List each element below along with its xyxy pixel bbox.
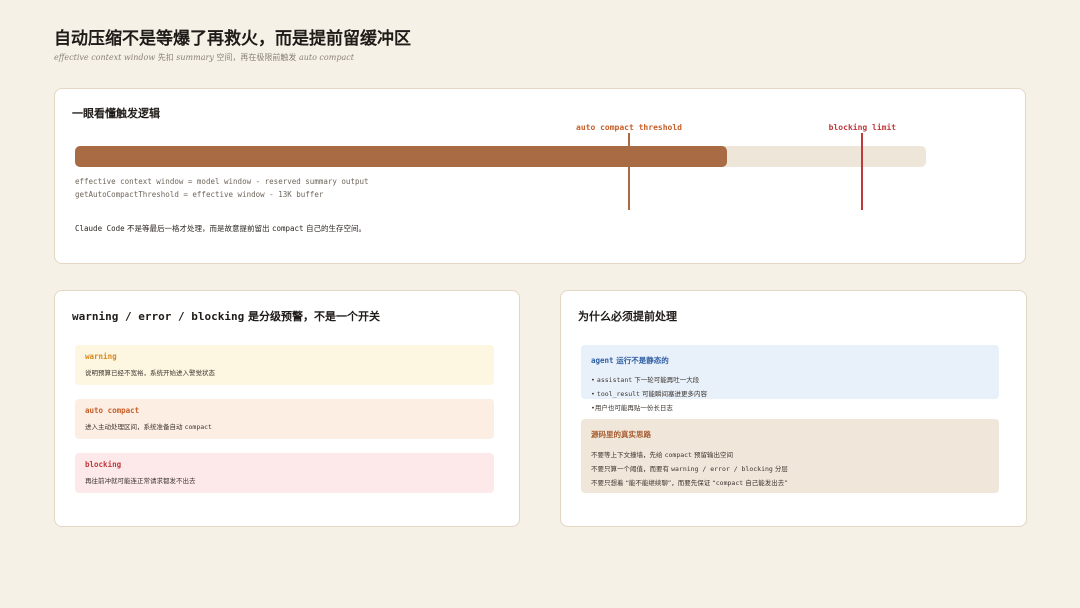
source-code: compact: [715, 479, 744, 487]
source-text: 不要只算一个阈值，而要有: [591, 465, 672, 473]
assistant-code: assistant: [596, 376, 633, 384]
subtitle-term-auto-compact: auto compact: [298, 53, 354, 62]
bullet: •: [591, 376, 595, 384]
user-log-text: 用户也可能再贴一份长日志: [594, 404, 673, 412]
levels-card: warning / error / blocking 是分级预警，不是一个开关 …: [54, 290, 520, 527]
source-text: 自己能发出去”: [743, 479, 788, 487]
context-usage-track: [75, 146, 926, 167]
level-auto-compact-name: auto compact: [85, 406, 140, 415]
source-text: 不要只想着 “能不能继续聊”，而要先保证 “: [591, 479, 716, 487]
levels-heading: warning / error / blocking 是分级预警，不是一个开关: [72, 308, 380, 324]
subtitle-text: 空间，再在极限前触发: [213, 53, 299, 62]
note-code-compact: compact: [271, 224, 304, 233]
why-early-heading: 为什么必须提前处理: [578, 310, 677, 323]
subtitle-term-effective-window: effective context window: [54, 53, 156, 62]
subtitle-term-summary: summary: [176, 53, 214, 62]
note-text: 自己的生存空间。: [303, 224, 366, 233]
source-line-3: 不要只想着 “能不能继续聊”，而要先保证 “compact 自己能发出去”: [591, 477, 989, 487]
level-auto-compact: auto compact 进入主动处理区间，系统准备自动 compact: [75, 399, 494, 439]
agent-runtime-box: agent 运行不是静态的 • assistant 下一轮可能再吐一大段 • t…: [581, 345, 999, 412]
source-code: compact: [664, 451, 692, 459]
note-text: 不是等最后一格才处理，而是故意提前留出: [124, 224, 272, 233]
blocking-limit-marker: [861, 133, 864, 210]
level-warning-desc: 说明预算已经不宽裕，系统开始进入警觉状态: [85, 369, 215, 377]
trigger-logic-card: 一眼看懂触发逻辑 auto compact threshold blocking…: [54, 88, 1026, 264]
source-code: warning / error / blocking: [671, 465, 773, 473]
formula-effective-window: effective context window = model window …: [75, 177, 369, 186]
tool-result-code: tool_result: [596, 390, 640, 398]
agent-line-user-log: •用户也可能再贴一份长日志: [591, 402, 989, 412]
levels-heading-text: 是分级预警，不是一个开关: [244, 310, 381, 323]
agent-code: agent: [591, 356, 614, 365]
source-line-1: 不要等上下文撞墙，先给 compact 预留输出空间: [591, 449, 989, 459]
subtitle-text: 先扣: [155, 53, 177, 62]
assistant-text: 下一轮可能再吐一大段: [632, 376, 700, 384]
blocking-limit-label: blocking limit: [828, 123, 897, 132]
page-title: 自动压缩不是等爆了再救火，而是提前留缓冲区: [54, 29, 411, 49]
source-thinking-head: 源码里的真实思路: [591, 430, 651, 439]
source-thinking-box: 源码里的真实思路 不要等上下文撞墙，先给 compact 预留输出空间 不要只算…: [581, 419, 999, 493]
source-text: 分层: [772, 465, 788, 473]
agent-line-assistant: • assistant 下一轮可能再吐一大段: [591, 374, 989, 384]
level-blocking-desc: 再往前冲就可能连正常请求都发不出去: [85, 477, 196, 485]
auto-compact-threshold-label: auto compact threshold: [576, 123, 682, 132]
page-subtitle: effective context window 先扣 summary 空间，再…: [54, 52, 354, 63]
level-warning-name: warning: [85, 352, 117, 361]
why-early-card: 为什么必须提前处理 agent 运行不是静态的 • assistant 下一轮可…: [560, 290, 1027, 527]
trigger-logic-heading: 一眼看懂触发逻辑: [72, 107, 160, 120]
note-code-claude: Claude Code: [75, 224, 125, 233]
formula-auto-compact-threshold: getAutoCompactThreshold = effective wind…: [75, 190, 324, 199]
agent-line-tool-result: • tool_result 可能瞬间塞进更多内容: [591, 388, 989, 398]
level-desc-code: compact: [184, 423, 212, 431]
bullet: •: [591, 390, 595, 398]
level-auto-compact-desc: 进入主动处理区间，系统准备自动 compact: [85, 421, 484, 431]
level-desc-text: 进入主动处理区间，系统准备自动: [85, 423, 185, 431]
level-blocking-name: blocking: [85, 460, 122, 469]
levels-heading-code: warning / error / blocking: [72, 310, 245, 323]
agent-head-text: 运行不是静态的: [613, 356, 669, 365]
source-line-2: 不要只算一个阈值，而要有 warning / error / blocking …: [591, 463, 989, 473]
auto-compact-threshold-marker: [628, 133, 630, 210]
agent-runtime-head: agent 运行不是静态的: [591, 355, 989, 366]
source-text: 预留输出空间: [691, 451, 734, 459]
level-warning: warning 说明预算已经不宽裕，系统开始进入警觉状态: [75, 345, 494, 385]
tool-result-text: 可能瞬间塞进更多内容: [639, 390, 708, 398]
top-note: Claude Code 不是等最后一格才处理，而是故意提前留出 compact …: [75, 223, 366, 234]
level-blocking: blocking 再往前冲就可能连正常请求都发不出去: [75, 453, 494, 493]
source-text: 不要等上下文撞墙，先给: [591, 451, 665, 459]
